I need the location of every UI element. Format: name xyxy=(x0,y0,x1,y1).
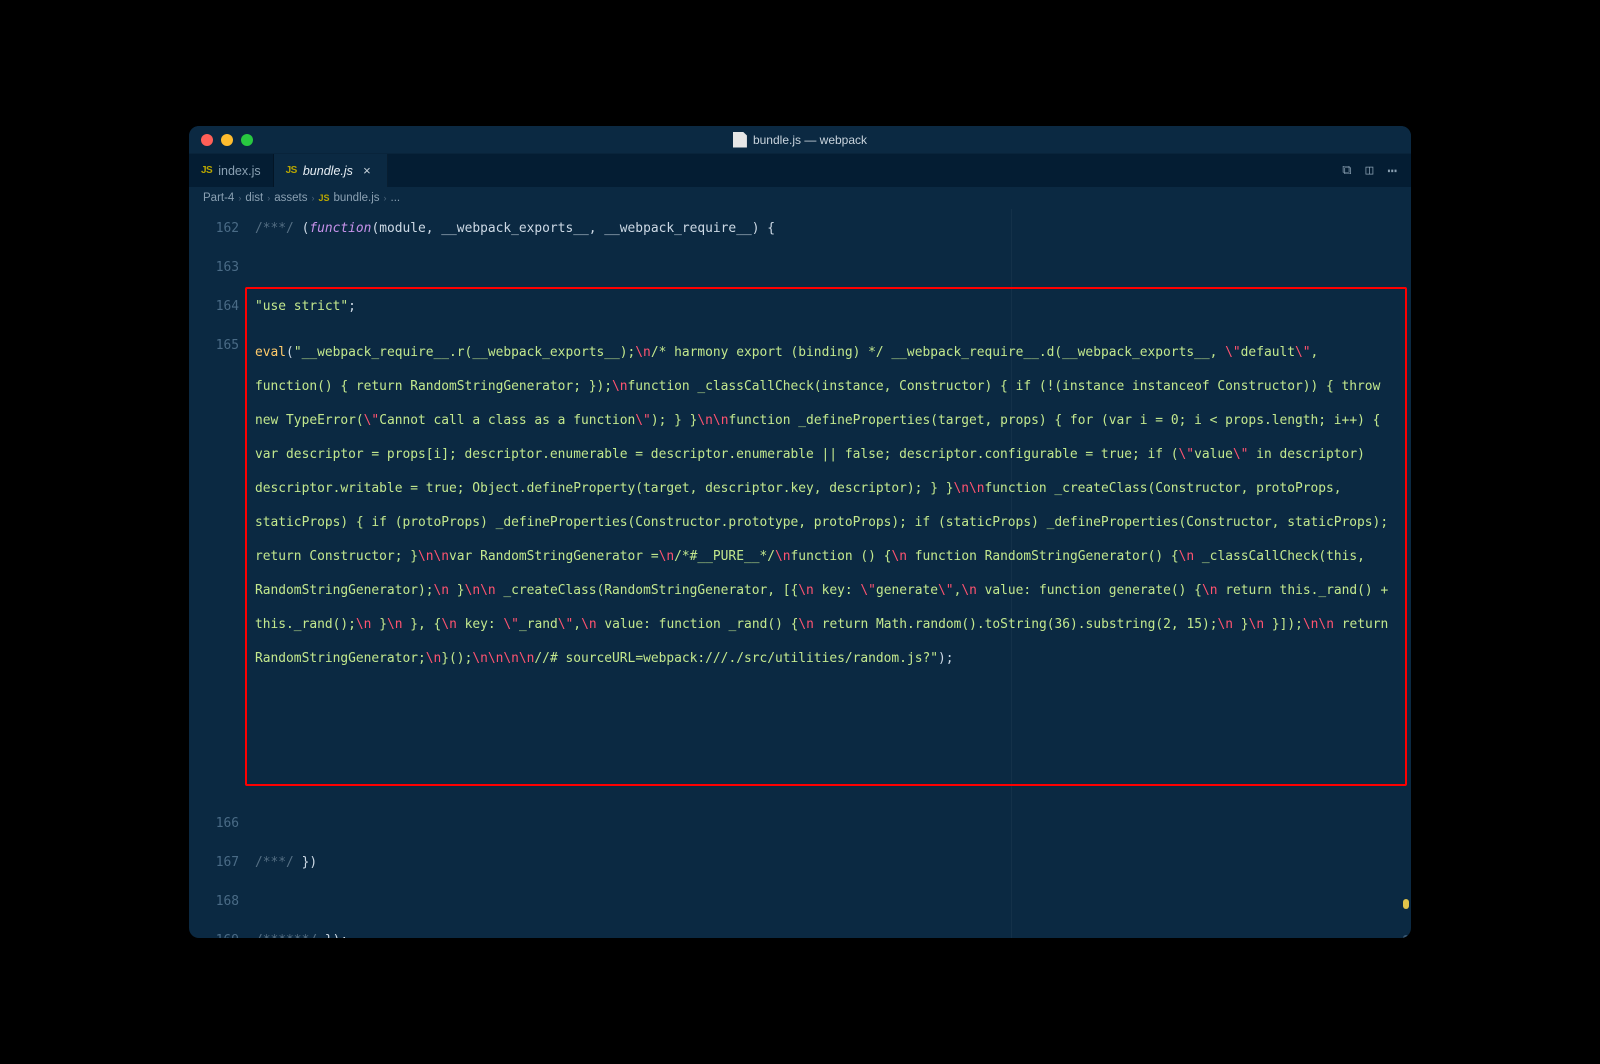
tab-label: index.js xyxy=(218,164,260,178)
tab-index-js[interactable]: JS index.js xyxy=(189,154,274,187)
close-tab-icon[interactable]: × xyxy=(359,163,375,178)
js-icon: JS xyxy=(318,193,329,203)
code-line xyxy=(255,258,1397,297)
breadcrumb-part[interactable]: assets xyxy=(274,192,307,204)
breadcrumb-part[interactable]: Part-4 xyxy=(203,192,234,204)
breadcrumb-part[interactable]: dist xyxy=(245,192,263,204)
compare-changes-icon[interactable]: ⧉ xyxy=(1342,163,1351,178)
file-icon xyxy=(733,132,747,148)
tab-bar: JS index.js JS bundle.js × ⧉ ◫ ⋯ xyxy=(189,154,1411,187)
code-line: /******/ }); xyxy=(255,931,1397,938)
line-number: 169 xyxy=(189,931,239,938)
split-editor-icon[interactable]: ◫ xyxy=(1366,163,1374,178)
tab-bundle-js[interactable]: JS bundle.js × xyxy=(274,154,388,187)
breadcrumb[interactable]: Part-4 › dist › assets › JS bundle.js › … xyxy=(189,187,1411,209)
close-icon[interactable] xyxy=(201,134,213,146)
scrollbar-thumb[interactable] xyxy=(1403,935,1409,938)
breadcrumb-trail[interactable]: ... xyxy=(391,192,401,204)
line-number: 167 xyxy=(189,853,239,892)
line-number: 168 xyxy=(189,892,239,931)
code-line: eval("__webpack_require__.r(__webpack_ex… xyxy=(255,336,1397,814)
window-title-text: bundle.js — webpack xyxy=(753,133,867,147)
chevron-right-icon: › xyxy=(267,193,270,203)
editor-ruler xyxy=(1011,209,1012,938)
chevron-right-icon: › xyxy=(384,193,387,203)
line-number: 164 xyxy=(189,297,239,336)
line-number: 162 xyxy=(189,219,239,258)
js-icon: JS xyxy=(286,165,297,176)
chevron-right-icon: › xyxy=(311,193,314,203)
titlebar: bundle.js — webpack xyxy=(189,126,1411,154)
code-line: /***/ }) xyxy=(255,853,1397,892)
line-number: 165 xyxy=(189,336,239,814)
code-content[interactable]: /***/ (function(module, __webpack_export… xyxy=(251,209,1411,938)
js-icon: JS xyxy=(201,165,212,176)
scrollbar-marker xyxy=(1403,899,1409,909)
code-line xyxy=(255,892,1397,931)
tab-actions: ⧉ ◫ ⋯ xyxy=(1342,154,1411,187)
breadcrumb-file[interactable]: bundle.js xyxy=(334,192,380,204)
editor-window: bundle.js — webpack JS index.js JS bundl… xyxy=(189,126,1411,938)
code-line: /***/ (function(module, __webpack_export… xyxy=(255,219,1397,258)
window-title: bundle.js — webpack xyxy=(733,132,867,148)
zoom-icon[interactable] xyxy=(241,134,253,146)
line-number: 166 xyxy=(189,814,239,853)
code-line: "use strict"; xyxy=(255,297,1397,336)
traffic-lights xyxy=(189,134,253,146)
chevron-right-icon: › xyxy=(238,193,241,203)
tab-label: bundle.js xyxy=(303,164,353,178)
line-number: 163 xyxy=(189,258,239,297)
line-number-gutter: 162 163 164 165 166 167 168 169 xyxy=(189,209,251,938)
code-line xyxy=(255,814,1397,853)
minimize-icon[interactable] xyxy=(221,134,233,146)
scrollbar[interactable] xyxy=(1401,295,1409,938)
code-editor[interactable]: 162 163 164 165 166 167 168 169 /***/ (f… xyxy=(189,209,1411,938)
more-actions-icon[interactable]: ⋯ xyxy=(1387,167,1397,175)
